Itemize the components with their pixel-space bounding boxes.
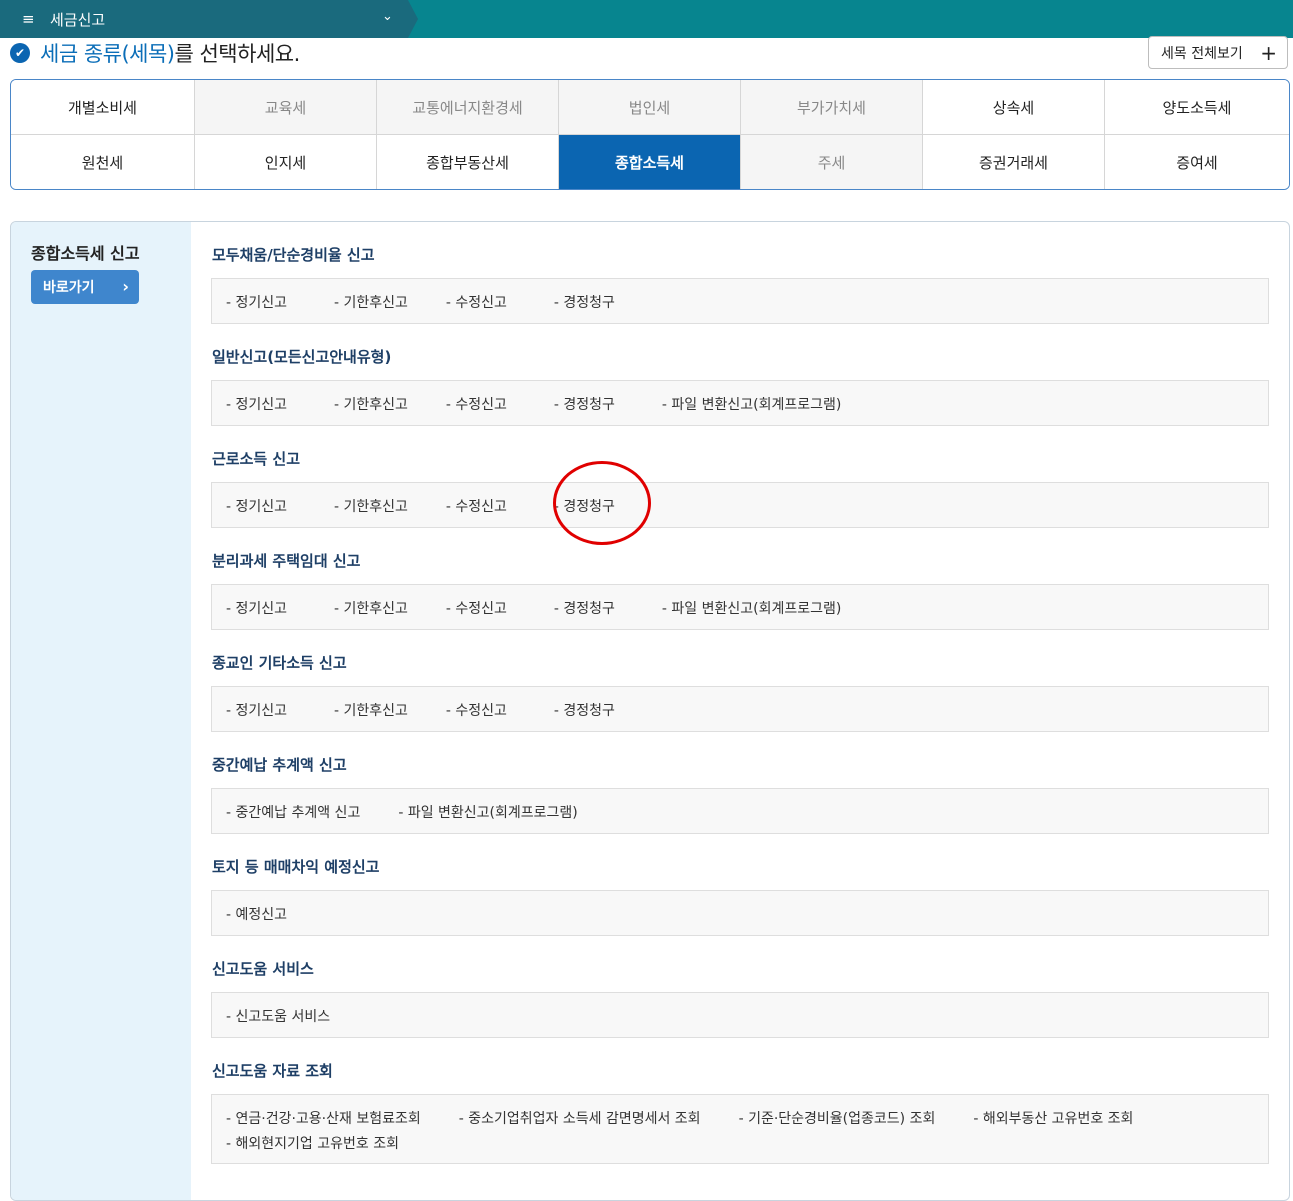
filing-link[interactable]: - 경정청구 [554,598,615,618]
section-title: 신고도움 서비스 [212,960,314,978]
section-links-box: - 정기신고 - 기한후신고 - 수정신고 - 경정청구 [211,686,1269,732]
section-title: 종교인 기타소득 신고 [212,654,347,672]
filing-link[interactable]: - 수정신고 [446,496,507,516]
sidebar-title: 종합소득세 신고 [31,244,140,263]
goto-button[interactable]: 바로가기 › [31,270,139,304]
filing-link[interactable]: - 신고도움 서비스 [226,1006,330,1026]
tax-type-tab[interactable]: 증여세 [1105,135,1289,189]
section-links-box: - 정기신고 - 기한후신고 - 수정신고 - 경정청구 [211,482,1269,528]
sidebar: 종합소득세 신고 바로가기 › [11,222,191,1200]
page-header: ✔ 세금 종류(세목)를 선택하세요. [10,40,300,66]
filing-link[interactable]: - 파일 변환신고(회계프로그램) [662,598,841,618]
filing-link[interactable]: - 정기신고 [226,292,287,312]
section-links-box: - 정기신고 - 기한후신고 - 수정신고 - 경정청구 - 파일 변환신고(회계프로그… [211,380,1269,426]
section-links-box: - 중간예납 추계액 신고 - 파일 변환신고(회계프로그램) [211,788,1269,834]
filing-link[interactable]: - 파일 변환신고(회계프로그램) [398,802,577,822]
section-title: 중간예납 추계액 신고 [212,756,347,774]
page-title-highlight: 세금 종류(세목) [40,42,175,66]
tax-type-grid: 개별소비세 교육세 교통에너지환경세 법인세 부가가치세 상속세 양도소득세 원… [10,79,1290,190]
view-all-button[interactable]: 세목 전체보기 + [1148,36,1288,69]
goto-label: 바로가기 [43,280,95,296]
section-title: 모두채움/단순경비율 신고 [212,246,375,264]
filing-link[interactable]: - 기한후신고 [334,598,408,618]
tax-type-tab[interactable]: 교육세 [195,80,377,135]
filing-link[interactable]: - 파일 변환신고(회계프로그램) [662,394,841,414]
section-title: 근로소득 신고 [212,450,301,468]
section-links-box: - 정기신고 - 기한후신고 - 수정신고 - 경정청구 - 파일 변환신고(회계프로그… [211,584,1269,630]
filing-link[interactable]: - 수정신고 [446,598,507,618]
section-title: 신고도움 자료 조회 [212,1062,333,1080]
plus-icon: + [1260,41,1277,65]
tax-type-tab[interactable]: 상속세 [923,80,1105,135]
filing-link[interactable]: - 기한후신고 [334,700,408,720]
tax-type-tab[interactable]: 양도소득세 [1105,80,1289,135]
tax-type-tab[interactable]: 법인세 [559,80,741,135]
filing-link[interactable]: - 정기신고 [226,700,287,720]
section-links-box: - 예정신고 [211,890,1269,936]
filing-link[interactable]: - 수정신고 [446,394,507,414]
filing-link[interactable]: - 수정신고 [446,700,507,720]
menu-dropdown[interactable]: ≡ 세금신고 ⌄ [0,0,418,38]
tax-type-tab[interactable]: 개별소비세 [11,80,195,135]
chevron-down-icon: ⌄ [382,9,393,24]
filing-link[interactable]: - 정기신고 [226,394,287,414]
tax-type-tab[interactable]: 부가가치세 [741,80,923,135]
filing-link[interactable]: - 해외부동산 고유번호 조회 [973,1108,1133,1128]
page-title-rest: 를 선택하세요. [174,42,300,66]
filing-link[interactable]: - 기준·단순경비율(업종코드) 조회 [739,1108,936,1128]
filing-link[interactable]: - 정기신고 [226,598,287,618]
filing-link[interactable]: - 중소기업취업자 소득세 감면명세서 조회 [459,1108,701,1128]
tax-type-tab[interactable]: 종합소득세 [559,135,741,189]
section-links-box: - 연금·건강·고용·산재 보험료조회 - 중소기업취업자 소득세 감면명세서 조… [211,1094,1269,1164]
section-title: 분리과세 주택임대 신고 [212,552,361,570]
section-title: 일반신고(모든신고안내유형) [212,348,392,366]
filing-link[interactable]: - 기한후신고 [334,292,408,312]
filing-panel: 종합소득세 신고 바로가기 › 모두채움/단순경비율 신고 - 정기신고 - 기한후… [10,221,1290,1201]
tax-type-tab[interactable]: 증권거래세 [923,135,1105,189]
tax-type-tab[interactable]: 인지세 [195,135,377,189]
page-title: 세금 종류(세목)를 선택하세요. [40,38,300,68]
filing-link[interactable]: - 정기신고 [226,496,287,516]
tax-type-tab[interactable]: 교통에너지환경세 [377,80,559,135]
tax-type-tab[interactable]: 원천세 [11,135,195,189]
filing-link[interactable]: - 예정신고 [226,904,287,924]
filing-link[interactable]: - 해외현지기업 고유번호 조회 [226,1133,399,1153]
top-bar: ≡ 세금신고 ⌄ [0,0,1293,38]
tax-type-tab[interactable]: 주세 [741,135,923,189]
menu-title: 세금신고 [50,10,106,29]
filing-link[interactable]: - 기한후신고 [334,496,408,516]
filing-link[interactable]: - 연금·건강·고용·산재 보험료조회 [226,1108,421,1128]
section-links-box: - 신고도움 서비스 [211,992,1269,1038]
filing-link[interactable]: - 중간예납 추계액 신고 [226,802,360,822]
annotation-circle [553,461,651,545]
check-circle-icon: ✔ [10,43,30,63]
filing-link[interactable]: - 기한후신고 [334,394,408,414]
filing-link[interactable]: - 경정청구 [554,700,615,720]
filing-link[interactable]: - 수정신고 [446,292,507,312]
section-links-box: - 정기신고 - 기한후신고 - 수정신고 - 경정청구 [211,278,1269,324]
section-title: 토지 등 매매차익 예정신고 [212,858,380,876]
filing-link[interactable]: - 경정청구 [554,292,615,312]
chevron-right-icon: › [122,277,129,296]
filing-link[interactable]: - 경정청구 [554,394,615,414]
tax-type-tab[interactable]: 종합부동산세 [377,135,559,189]
hamburger-icon: ≡ [22,10,35,28]
view-all-label: 세목 전체보기 [1161,45,1243,62]
